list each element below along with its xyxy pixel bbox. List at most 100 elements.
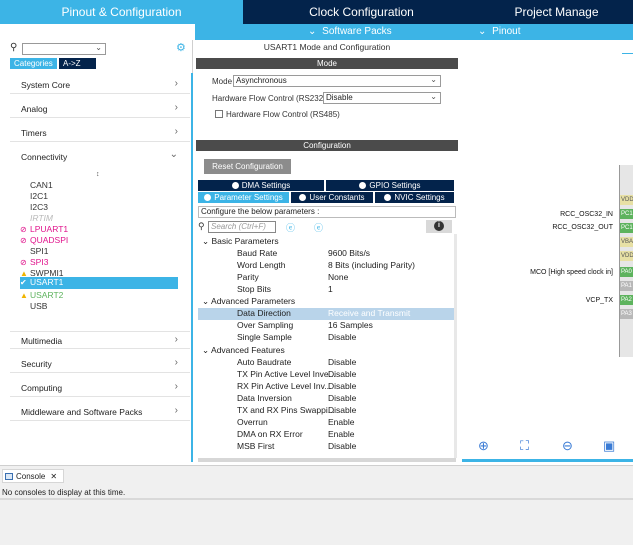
peripheral-i2c1[interactable]: I2C1 <box>20 191 48 202</box>
peripheral-usart2[interactable]: ▲ USART2 <box>20 290 63 301</box>
category-security[interactable]: Security › <box>10 355 190 373</box>
param-value[interactable]: Receive and Transmit <box>328 308 410 318</box>
category-connectivity[interactable]: Connectivity ⌄ <box>10 148 190 166</box>
ruler-mark <box>622 53 633 54</box>
sort-icon[interactable]: ↕ <box>96 171 100 178</box>
tab-parameter-settings[interactable]: Parameter Settings <box>198 192 289 203</box>
param-name: Stop Bits <box>237 284 272 294</box>
export-icon[interactable]: ▣ <box>603 438 615 454</box>
chevron-right-icon: › <box>174 126 178 137</box>
peripheral-irtim[interactable]: IRTIM <box>20 213 53 224</box>
param-value[interactable]: Disable <box>328 441 356 451</box>
param-name: Overrun <box>237 417 268 427</box>
tab-gpio-settings[interactable]: GPIO Settings <box>326 180 454 191</box>
close-icon[interactable]: ✕ <box>50 472 57 481</box>
configuration-header: Configuration <box>196 140 458 151</box>
peripheral-usb[interactable]: USB <box>20 301 47 312</box>
param-value[interactable]: Disable <box>328 405 356 415</box>
status-dot-icon <box>204 194 212 201</box>
parameter-search-input[interactable]: Search (Ctrl+F) <box>208 221 276 233</box>
hfc-rs485-label: Hardware Flow Control (RS485) <box>226 110 340 119</box>
perspective-tabs: Pinout & Configuration Clock Configurati… <box>0 0 633 24</box>
zoom-out-icon[interactable]: ⊖ <box>562 438 573 454</box>
tab-project-manager[interactable]: Project Manage <box>480 0 633 24</box>
peripheral-lpuart1[interactable]: ⊘ LPUART1 <box>20 224 68 235</box>
group-basic-parameters[interactable]: ⌄ Basic Parameters <box>202 236 279 247</box>
peripheral-can1[interactable]: CAN1 <box>20 180 53 191</box>
chip-pin[interactable]: VBA <box>620 237 633 247</box>
hfc-rs232-select[interactable]: Disable ⌄ <box>323 92 441 104</box>
previous-result-icon[interactable]: ⓔ <box>286 221 295 234</box>
tab-nvic-settings[interactable]: NVIC Settings <box>375 192 454 203</box>
warning-icon: ▲ <box>20 291 28 300</box>
tab-user-constants[interactable]: User Constants <box>291 192 373 203</box>
hfc-rs485-checkbox[interactable] <box>215 110 223 118</box>
param-name: Data Inversion <box>237 393 292 403</box>
chip-pin[interactable]: VDD <box>620 195 633 205</box>
param-value[interactable]: 1 <box>328 284 333 294</box>
param-value[interactable]: Disable <box>328 332 356 342</box>
category-system-core[interactable]: System Core › <box>10 76 190 94</box>
chip-pin[interactable]: PC1 <box>620 223 633 233</box>
category-middleware[interactable]: Middleware and Software Packs › <box>10 403 190 421</box>
chip-pin[interactable]: PA2 <box>620 295 633 305</box>
categories-button[interactable]: Categories <box>10 58 57 69</box>
tab-clock-configuration[interactable]: Clock Configuration <box>245 0 478 24</box>
tab-dma-settings[interactable]: DMA Settings <box>198 180 324 191</box>
peripheral-spi1[interactable]: SPI1 <box>20 246 48 257</box>
peripheral-label: USB <box>30 301 48 311</box>
mode-header: Mode <box>196 58 458 69</box>
chip-pin[interactable]: PA3 <box>620 309 633 319</box>
chip-pin[interactable]: PA0 <box>620 267 633 277</box>
chip-pin[interactable]: PA1 <box>620 281 633 291</box>
category-analog[interactable]: Analog › <box>10 100 190 118</box>
param-value[interactable]: None <box>328 272 348 282</box>
horizontal-scrollbar[interactable] <box>198 458 456 462</box>
chip-pin[interactable]: PC1 <box>620 209 633 219</box>
param-value[interactable]: Enable <box>328 429 354 439</box>
gear-icon[interactable]: ⚙ <box>176 41 186 54</box>
search-icon: ⚲ <box>10 42 18 53</box>
category-timers[interactable]: Timers › <box>10 124 190 142</box>
tab-label: NVIC Settings <box>394 193 445 202</box>
param-value[interactable]: 8 Bits (including Parity) <box>328 260 415 270</box>
param-value[interactable]: Disable <box>328 381 356 391</box>
search-icon: ⚲ <box>198 221 205 231</box>
category-multimedia[interactable]: Multimedia › <box>10 331 190 349</box>
console-tab[interactable]: Console ✕ <box>2 469 65 483</box>
software-packs-menu[interactable]: ⌄ Software Packs <box>308 25 392 39</box>
param-value[interactable]: 9600 Bits/s <box>328 248 370 258</box>
info-button[interactable]: i <box>426 220 452 233</box>
reset-configuration-button[interactable]: Reset Configuration <box>204 159 291 174</box>
fit-to-window-icon[interactable]: ⛶ <box>520 438 529 454</box>
param-value[interactable]: 16 Samples <box>328 320 373 330</box>
mode-select[interactable]: Asynchronous ⌄ <box>233 75 441 87</box>
param-value[interactable]: Disable <box>328 393 356 403</box>
param-value[interactable]: Disable <box>328 357 356 367</box>
category-computing[interactable]: Computing › <box>10 379 190 397</box>
peripheral-i2c3[interactable]: I2C3 <box>20 202 48 213</box>
param-value[interactable]: Enable <box>328 417 354 427</box>
peripheral-quadspi[interactable]: ⊘ QUADSPI <box>20 235 68 246</box>
param-value[interactable]: Disable <box>328 369 356 379</box>
peripheral-label: USART1 <box>30 277 64 287</box>
chip-pin[interactable]: VDD <box>620 251 633 261</box>
parameter-scrollbar[interactable] <box>454 234 457 458</box>
left-scrollbar[interactable] <box>191 73 193 462</box>
group-advanced-parameters[interactable]: ⌄ Advanced Parameters <box>202 296 295 307</box>
tab-label: DMA Settings <box>241 181 291 190</box>
console-tab-label: Console <box>16 472 46 481</box>
peripheral-usart1-selected[interactable]: ✔ USART1 <box>20 277 178 289</box>
chevron-down-icon: ⌄ <box>202 345 210 355</box>
next-result-icon[interactable]: ⓔ <box>314 221 323 234</box>
peripheral-spi3[interactable]: ⊘ SPI3 <box>20 257 48 268</box>
tab-pinout-configuration[interactable]: Pinout & Configuration <box>0 0 243 24</box>
search-input[interactable]: ⌄ <box>22 43 106 55</box>
pinout-bottom-bar <box>462 459 633 462</box>
a-to-z-button[interactable]: A->Z <box>59 58 96 69</box>
pin-label: RCC_OSC32_IN <box>560 211 613 218</box>
pinout-menu[interactable]: ⌄ Pinout <box>478 25 521 39</box>
chevron-down-icon: ⌄ <box>202 236 210 246</box>
group-advanced-features[interactable]: ⌄ Advanced Features <box>202 345 285 356</box>
zoom-in-icon[interactable]: ⊕ <box>478 438 489 454</box>
